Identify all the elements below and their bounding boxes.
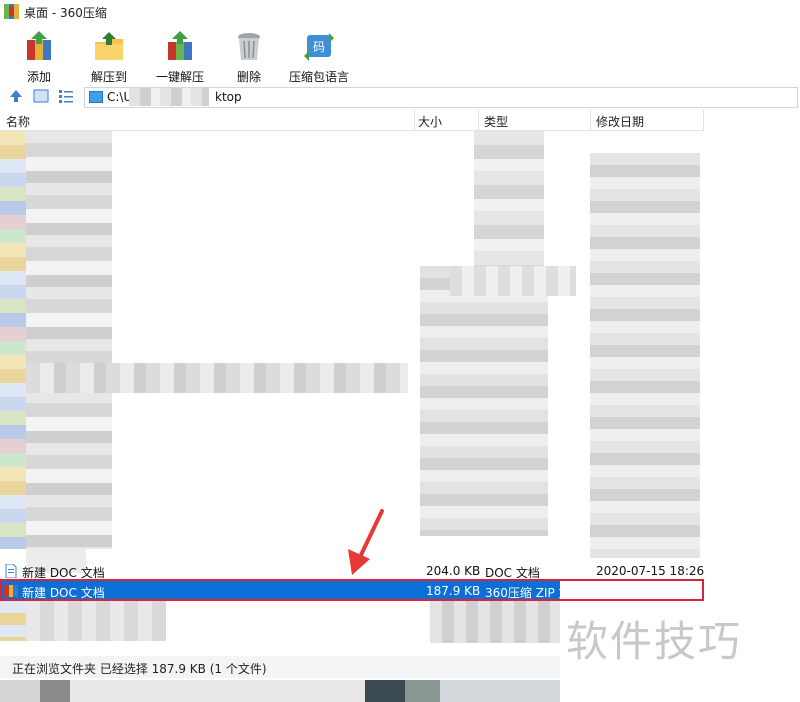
add-archive-icon <box>27 31 51 60</box>
large-icon-view-icon[interactable] <box>33 88 49 104</box>
redacted-dates <box>590 153 700 558</box>
file-type: DOC 文档 <box>485 566 540 580</box>
column-type[interactable]: 类型 <box>484 113 508 130</box>
red-arrow-annotation <box>348 509 384 575</box>
watermark: 软件技巧 <box>566 617 743 666</box>
address-bar: C:\U ktop <box>0 86 800 108</box>
redacted-below-names <box>26 601 166 641</box>
redacted-taskbar-strip <box>0 680 800 702</box>
file-list: 新建 DOC 文档 204.0 KB DOC 文档 2020-07-15 18:… <box>0 131 800 655</box>
status-bar: 正在浏览文件夹 已经选择 187.9 KB (1 个文件) <box>0 656 560 678</box>
redacted-types-mid <box>450 266 576 296</box>
add-button[interactable]: 添加 <box>14 28 64 84</box>
status-text: 正在浏览文件夹 已经选择 187.9 KB (1 个文件) <box>12 662 267 676</box>
redacted-below-rows <box>0 601 26 641</box>
svg-text:码: 码 <box>313 40 325 54</box>
app-icon <box>4 4 19 19</box>
one-click-extract-button[interactable]: 一键解压 <box>152 28 208 84</box>
path-redacted <box>129 88 209 106</box>
file-size: 187.9 KB <box>426 584 481 598</box>
column-size[interactable]: 大小 <box>418 113 442 130</box>
extract-to-button[interactable]: 解压到 <box>84 28 134 84</box>
file-name: 新建 DOC 文档 <box>22 586 105 600</box>
zip-archive-icon <box>4 585 18 597</box>
one-click-extract-button-label: 一键解压 <box>155 70 204 84</box>
file-size: 204.0 KB <box>426 564 481 578</box>
archive-language-button[interactable]: 码 压缩包语言 <box>284 28 354 84</box>
redacted-names <box>26 131 112 549</box>
one-click-extract-icon <box>168 31 192 60</box>
path-input[interactable]: C:\U ktop <box>84 87 798 108</box>
archive-language-icon: 码 <box>304 33 334 61</box>
file-name: 新建 DOC 文档 <box>22 566 105 580</box>
list-view-icon[interactable] <box>58 88 74 104</box>
column-header: 名称 大小 类型 修改日期 <box>0 110 704 131</box>
file-type: 360压缩 ZIP 文 <box>485 586 571 600</box>
extract-to-button-label: 解压到 <box>90 70 127 84</box>
delete-button[interactable]: 删除 <box>226 28 272 84</box>
trash-icon <box>238 33 260 60</box>
file-modified: 2020-07-15 18:26 <box>596 564 705 578</box>
redacted-below-sizes <box>430 601 560 643</box>
path-text-end: ktop <box>215 90 242 104</box>
redacted-sizes <box>420 266 548 536</box>
redacted-types <box>474 131 544 266</box>
archive-language-button-label: 压缩包语言 <box>288 70 349 84</box>
toolbar: 添加 解压到 一键解压 删除 码 压缩包语言 <box>0 24 800 84</box>
title-bar: 桌面 - 360压缩 <box>0 0 800 25</box>
delete-button-label: 删除 <box>236 70 261 84</box>
doc-file-icon <box>5 564 17 578</box>
up-arrow-icon[interactable] <box>8 88 24 104</box>
column-modified[interactable]: 修改日期 <box>596 113 644 130</box>
redacted-icons-column <box>0 131 26 549</box>
file-row-selected[interactable]: 新建 DOC 文档 187.9 KB 360压缩 ZIP 文 <box>0 581 571 601</box>
column-name[interactable]: 名称 <box>6 113 30 130</box>
redacted-long-name <box>26 363 408 393</box>
extract-to-folder-icon <box>95 32 123 60</box>
desktop-icon <box>89 91 103 103</box>
add-button-label: 添加 <box>26 70 51 84</box>
window-title: 桌面 - 360压缩 <box>24 6 107 20</box>
